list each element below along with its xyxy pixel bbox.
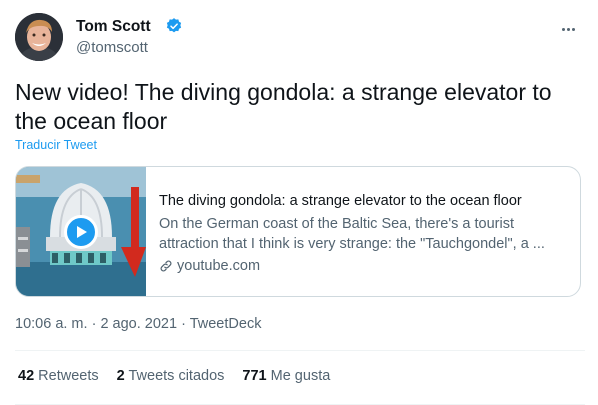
meta-separator: · bbox=[91, 316, 97, 332]
retweets-label: Retweets bbox=[38, 368, 99, 384]
tweet-date[interactable]: 2 ago. 2021 bbox=[100, 316, 177, 332]
verified-badge-icon bbox=[166, 18, 182, 33]
more-options-icon[interactable] bbox=[558, 19, 578, 39]
play-icon[interactable] bbox=[64, 215, 98, 249]
tweet-time[interactable]: 10:06 a. m. bbox=[15, 316, 88, 332]
tweet-client[interactable]: TweetDeck bbox=[190, 316, 262, 332]
likes-label: Me gusta bbox=[270, 368, 331, 384]
tweet-stats: 42 Retweets 2 Tweets citados 771 Me gust… bbox=[18, 368, 330, 384]
divider bbox=[15, 350, 585, 351]
card-body: The diving gondola: a strange elevator t… bbox=[159, 192, 569, 274]
link-preview-card[interactable]: The diving gondola: a strange elevator t… bbox=[15, 166, 581, 297]
likes-count: 771 bbox=[242, 368, 267, 384]
quotes-label: Tweets citados bbox=[128, 368, 225, 384]
link-icon bbox=[160, 260, 172, 272]
author-name[interactable]: Tom Scott bbox=[76, 18, 151, 36]
retweets-stat[interactable]: 42 Retweets bbox=[18, 368, 99, 384]
video-thumbnail[interactable] bbox=[16, 167, 146, 296]
quotes-count: 2 bbox=[116, 368, 125, 384]
avatar[interactable] bbox=[15, 13, 63, 61]
card-description: On the German coast of the Baltic Sea, t… bbox=[159, 216, 545, 252]
tweet-header: Tom Scott @tomscott bbox=[15, 13, 585, 63]
tweet-meta: 10:06 a. m. · 2 ago. 2021 · TweetDeck bbox=[15, 316, 261, 332]
quotes-stat[interactable]: 2 Tweets citados bbox=[117, 368, 225, 384]
translate-tweet-link[interactable]: Traducir Tweet bbox=[15, 138, 97, 152]
likes-stat[interactable]: 771 Me gusta bbox=[242, 368, 330, 384]
card-domain: youtube.com bbox=[159, 258, 569, 274]
meta-separator-2: · bbox=[181, 316, 186, 332]
retweets-count: 42 bbox=[18, 368, 35, 384]
card-title: The diving gondola: a strange elevator t… bbox=[159, 193, 522, 209]
author-handle[interactable]: @tomscott bbox=[76, 39, 148, 56]
card-domain-text: youtube.com bbox=[177, 258, 261, 274]
tweet-text: New video! The diving gondola: a strange… bbox=[15, 79, 552, 134]
